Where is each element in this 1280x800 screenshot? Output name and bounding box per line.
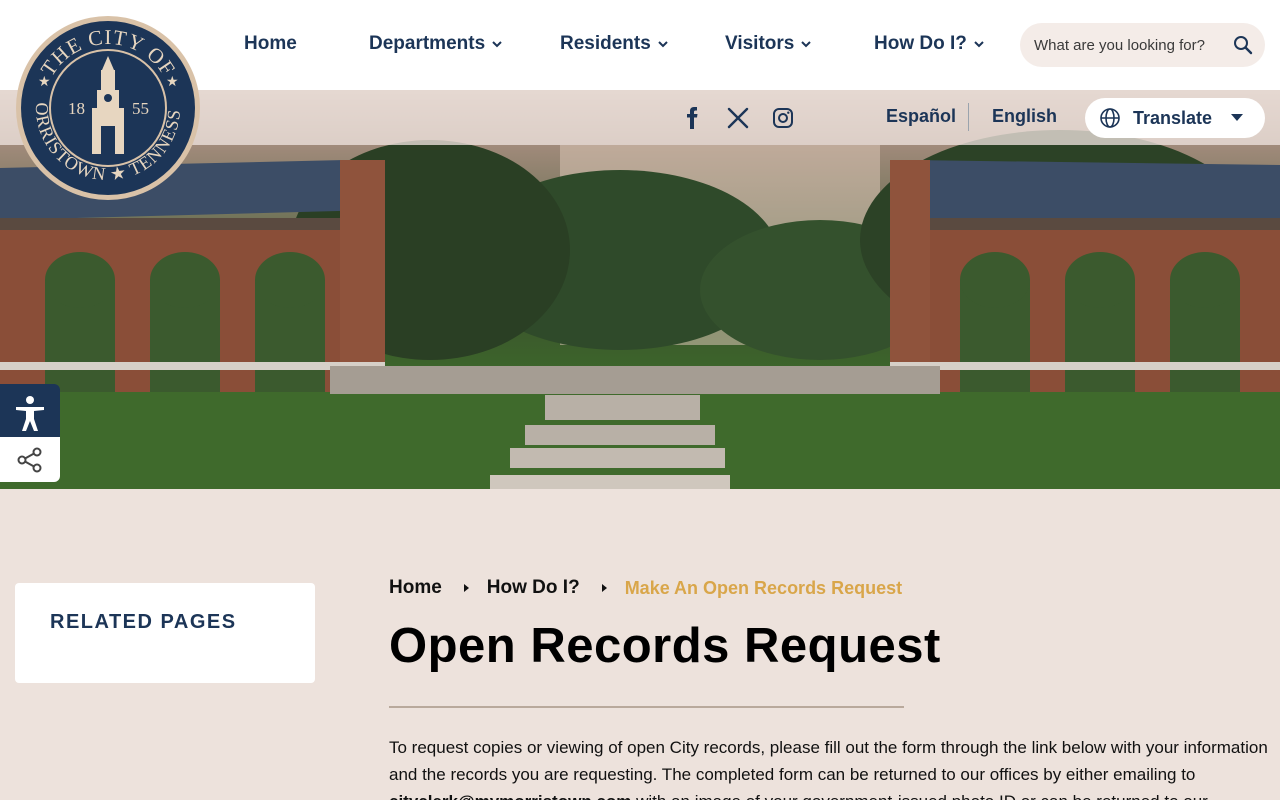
city-seal-logo[interactable]: THE CITY OF MORRISTOWN ★ TENNESSEE 18 55… <box>14 14 202 202</box>
breadcrumb-separator-icon <box>463 584 469 592</box>
page-title: Open Records Request <box>389 619 941 673</box>
chevron-down-icon <box>974 41 984 48</box>
nav-residents[interactable]: Residents <box>560 33 669 55</box>
globe-icon <box>1100 108 1120 128</box>
seal-year-right: 55 <box>132 99 149 118</box>
star-icon: ★ <box>166 73 179 89</box>
nav-home[interactable]: Home <box>244 33 297 55</box>
breadcrumb-how-do-i[interactable]: How Do I? <box>487 577 580 599</box>
language-english-link[interactable]: English <box>992 106 1057 127</box>
share-button[interactable] <box>0 437 60 482</box>
intro-paragraph: To request copies or viewing of open Cit… <box>389 734 1269 800</box>
accessibility-icon <box>16 396 44 431</box>
seal-year-left: 18 <box>68 99 85 118</box>
star-icon: ★ <box>38 73 51 89</box>
chevron-down-icon <box>801 41 812 48</box>
language-divider <box>968 103 969 131</box>
share-icon <box>17 447 42 472</box>
facebook-icon[interactable] <box>680 106 704 130</box>
chevron-down-icon <box>658 41 668 48</box>
translate-dropdown[interactable]: Translate <box>1085 98 1265 138</box>
breadcrumb: Home How Do I? Make An Open Records Requ… <box>389 577 902 599</box>
nav-departments[interactable]: Departments <box>369 33 503 55</box>
breadcrumb-current: Make An Open Records Request <box>624 577 903 598</box>
breadcrumb-separator-icon <box>601 584 607 592</box>
nav-how-do-i[interactable]: How Do I? <box>874 33 985 55</box>
accessibility-button[interactable] <box>0 384 60 442</box>
title-divider <box>389 706 904 708</box>
related-pages-title: RELATED PAGES <box>50 611 237 633</box>
language-espanol-link[interactable]: Español <box>886 106 956 127</box>
instagram-icon[interactable] <box>771 106 795 130</box>
clerk-email-link[interactable]: cityclerk@mymorristown.com <box>389 792 631 800</box>
breadcrumb-home[interactable]: Home <box>389 577 442 599</box>
search-box <box>1020 23 1265 67</box>
caret-down-icon <box>1231 114 1243 121</box>
translate-label: Translate <box>1133 107 1213 128</box>
search-input[interactable] <box>1034 36 1224 54</box>
chevron-down-icon <box>492 41 502 48</box>
search-icon[interactable] <box>1233 35 1253 55</box>
nav-visitors[interactable]: Visitors <box>725 33 812 55</box>
x-icon[interactable] <box>726 106 750 130</box>
related-pages-panel: RELATED PAGES <box>15 583 315 683</box>
